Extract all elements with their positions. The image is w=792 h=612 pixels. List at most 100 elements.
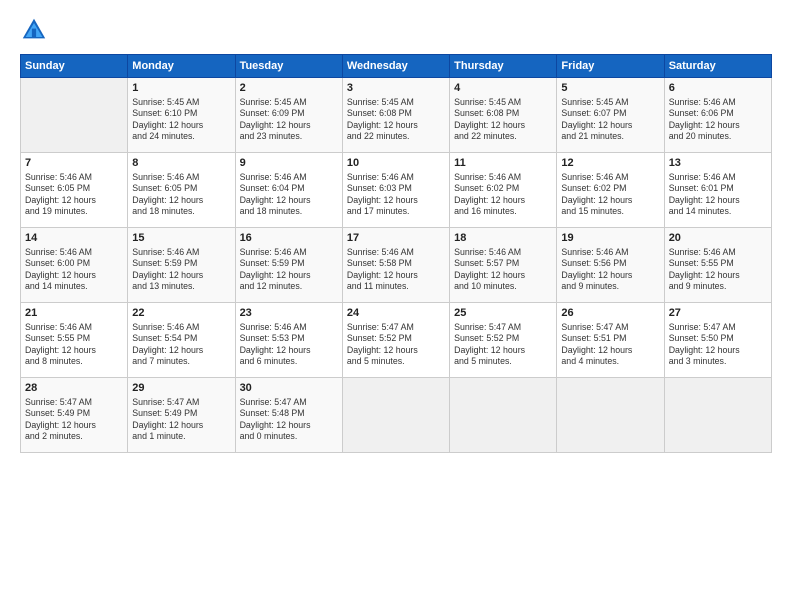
calendar-cell: 2Sunrise: 5:45 AM Sunset: 6:09 PM Daylig… [235,78,342,153]
day-info: Sunrise: 5:46 AM Sunset: 5:55 PM Dayligh… [25,322,123,368]
calendar-cell: 4Sunrise: 5:45 AM Sunset: 6:08 PM Daylig… [450,78,557,153]
calendar-header-thursday: Thursday [450,55,557,78]
calendar-cell: 18Sunrise: 5:46 AM Sunset: 5:57 PM Dayli… [450,228,557,303]
calendar-cell [342,378,449,453]
day-number: 14 [25,231,123,246]
day-info: Sunrise: 5:47 AM Sunset: 5:52 PM Dayligh… [454,322,552,368]
calendar-cell: 9Sunrise: 5:46 AM Sunset: 6:04 PM Daylig… [235,153,342,228]
calendar-cell: 7Sunrise: 5:46 AM Sunset: 6:05 PM Daylig… [21,153,128,228]
day-number: 16 [240,231,338,246]
day-number: 21 [25,306,123,321]
calendar-header-friday: Friday [557,55,664,78]
calendar-cell: 5Sunrise: 5:45 AM Sunset: 6:07 PM Daylig… [557,78,664,153]
day-info: Sunrise: 5:45 AM Sunset: 6:09 PM Dayligh… [240,97,338,143]
day-info: Sunrise: 5:46 AM Sunset: 5:59 PM Dayligh… [240,247,338,293]
calendar-cell: 10Sunrise: 5:46 AM Sunset: 6:03 PM Dayli… [342,153,449,228]
calendar-cell: 26Sunrise: 5:47 AM Sunset: 5:51 PM Dayli… [557,303,664,378]
day-info: Sunrise: 5:45 AM Sunset: 6:08 PM Dayligh… [454,97,552,143]
calendar-cell: 14Sunrise: 5:46 AM Sunset: 6:00 PM Dayli… [21,228,128,303]
day-number: 19 [561,231,659,246]
day-info: Sunrise: 5:46 AM Sunset: 5:55 PM Dayligh… [669,247,767,293]
calendar-cell: 19Sunrise: 5:46 AM Sunset: 5:56 PM Dayli… [557,228,664,303]
day-number: 6 [669,81,767,96]
day-info: Sunrise: 5:46 AM Sunset: 5:56 PM Dayligh… [561,247,659,293]
header [20,16,772,44]
day-info: Sunrise: 5:46 AM Sunset: 5:58 PM Dayligh… [347,247,445,293]
day-number: 30 [240,381,338,396]
day-number: 20 [669,231,767,246]
calendar-cell: 27Sunrise: 5:47 AM Sunset: 5:50 PM Dayli… [664,303,771,378]
day-number: 5 [561,81,659,96]
calendar-cell: 25Sunrise: 5:47 AM Sunset: 5:52 PM Dayli… [450,303,557,378]
day-number: 10 [347,156,445,171]
calendar-cell: 17Sunrise: 5:46 AM Sunset: 5:58 PM Dayli… [342,228,449,303]
calendar-cell: 30Sunrise: 5:47 AM Sunset: 5:48 PM Dayli… [235,378,342,453]
calendar-cell: 6Sunrise: 5:46 AM Sunset: 6:06 PM Daylig… [664,78,771,153]
day-info: Sunrise: 5:47 AM Sunset: 5:50 PM Dayligh… [669,322,767,368]
day-info: Sunrise: 5:45 AM Sunset: 6:10 PM Dayligh… [132,97,230,143]
calendar-cell: 16Sunrise: 5:46 AM Sunset: 5:59 PM Dayli… [235,228,342,303]
day-number: 7 [25,156,123,171]
day-number: 27 [669,306,767,321]
day-number: 2 [240,81,338,96]
day-number: 8 [132,156,230,171]
day-number: 29 [132,381,230,396]
calendar-cell: 23Sunrise: 5:46 AM Sunset: 5:53 PM Dayli… [235,303,342,378]
calendar-cell: 11Sunrise: 5:46 AM Sunset: 6:02 PM Dayli… [450,153,557,228]
calendar-cell: 15Sunrise: 5:46 AM Sunset: 5:59 PM Dayli… [128,228,235,303]
logo [20,16,52,44]
day-number: 4 [454,81,552,96]
calendar-cell [21,78,128,153]
day-number: 17 [347,231,445,246]
calendar-cell: 22Sunrise: 5:46 AM Sunset: 5:54 PM Dayli… [128,303,235,378]
day-info: Sunrise: 5:46 AM Sunset: 5:59 PM Dayligh… [132,247,230,293]
day-info: Sunrise: 5:46 AM Sunset: 6:00 PM Dayligh… [25,247,123,293]
calendar-cell: 12Sunrise: 5:46 AM Sunset: 6:02 PM Dayli… [557,153,664,228]
calendar-week-4: 21Sunrise: 5:46 AM Sunset: 5:55 PM Dayli… [21,303,772,378]
calendar-week-2: 7Sunrise: 5:46 AM Sunset: 6:05 PM Daylig… [21,153,772,228]
calendar-cell: 28Sunrise: 5:47 AM Sunset: 5:49 PM Dayli… [21,378,128,453]
calendar-cell [450,378,557,453]
calendar-header-tuesday: Tuesday [235,55,342,78]
day-number: 26 [561,306,659,321]
day-number: 24 [347,306,445,321]
calendar-cell: 1Sunrise: 5:45 AM Sunset: 6:10 PM Daylig… [128,78,235,153]
calendar-header-saturday: Saturday [664,55,771,78]
day-info: Sunrise: 5:47 AM Sunset: 5:51 PM Dayligh… [561,322,659,368]
day-info: Sunrise: 5:46 AM Sunset: 6:06 PM Dayligh… [669,97,767,143]
day-number: 28 [25,381,123,396]
calendar-cell [557,378,664,453]
day-info: Sunrise: 5:46 AM Sunset: 6:04 PM Dayligh… [240,172,338,218]
day-info: Sunrise: 5:46 AM Sunset: 6:01 PM Dayligh… [669,172,767,218]
day-number: 23 [240,306,338,321]
calendar-cell: 3Sunrise: 5:45 AM Sunset: 6:08 PM Daylig… [342,78,449,153]
day-number: 22 [132,306,230,321]
calendar-header-sunday: Sunday [21,55,128,78]
day-info: Sunrise: 5:46 AM Sunset: 5:57 PM Dayligh… [454,247,552,293]
calendar-header-wednesday: Wednesday [342,55,449,78]
day-info: Sunrise: 5:46 AM Sunset: 5:53 PM Dayligh… [240,322,338,368]
day-number: 3 [347,81,445,96]
calendar-week-5: 28Sunrise: 5:47 AM Sunset: 5:49 PM Dayli… [21,378,772,453]
day-info: Sunrise: 5:46 AM Sunset: 6:02 PM Dayligh… [454,172,552,218]
calendar-cell [664,378,771,453]
day-info: Sunrise: 5:46 AM Sunset: 6:05 PM Dayligh… [25,172,123,218]
day-number: 18 [454,231,552,246]
day-number: 25 [454,306,552,321]
day-number: 11 [454,156,552,171]
calendar-cell: 8Sunrise: 5:46 AM Sunset: 6:05 PM Daylig… [128,153,235,228]
day-number: 12 [561,156,659,171]
day-info: Sunrise: 5:46 AM Sunset: 6:02 PM Dayligh… [561,172,659,218]
calendar-cell: 21Sunrise: 5:46 AM Sunset: 5:55 PM Dayli… [21,303,128,378]
calendar-cell: 24Sunrise: 5:47 AM Sunset: 5:52 PM Dayli… [342,303,449,378]
day-info: Sunrise: 5:45 AM Sunset: 6:07 PM Dayligh… [561,97,659,143]
day-info: Sunrise: 5:45 AM Sunset: 6:08 PM Dayligh… [347,97,445,143]
calendar-cell: 29Sunrise: 5:47 AM Sunset: 5:49 PM Dayli… [128,378,235,453]
day-info: Sunrise: 5:47 AM Sunset: 5:52 PM Dayligh… [347,322,445,368]
day-info: Sunrise: 5:46 AM Sunset: 6:05 PM Dayligh… [132,172,230,218]
page: SundayMondayTuesdayWednesdayThursdayFrid… [0,0,792,612]
calendar-header-monday: Monday [128,55,235,78]
calendar-cell: 20Sunrise: 5:46 AM Sunset: 5:55 PM Dayli… [664,228,771,303]
day-number: 13 [669,156,767,171]
logo-icon [20,16,48,44]
